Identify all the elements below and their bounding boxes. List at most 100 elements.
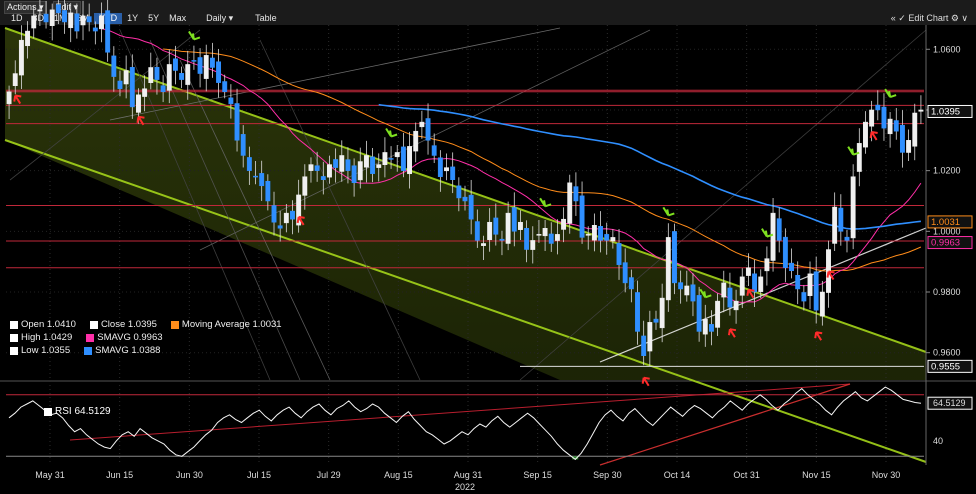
candle-down [474, 221, 480, 241]
candle-down [234, 103, 240, 141]
candle-down [838, 207, 844, 232]
candle-down [209, 57, 215, 68]
candle-down [622, 262, 628, 284]
candle-up [869, 109, 875, 127]
arrow-red [641, 376, 650, 387]
candle-down [598, 225, 603, 241]
chart-canvas: 64.512940 1.06001.04001.02001.00000.9800… [0, 0, 976, 492]
candle-up [918, 109, 924, 112]
candle-down [468, 194, 474, 220]
candle-up [136, 94, 141, 113]
candle-down [388, 158, 394, 160]
candle-down [524, 227, 530, 250]
candle-down [782, 236, 788, 268]
y-tick-label: 1.0600 [933, 44, 961, 54]
candle-down [197, 57, 203, 74]
candle-down [776, 218, 782, 241]
candle-down [92, 27, 98, 32]
candle-up [80, 15, 86, 26]
candle-down [333, 159, 339, 168]
candle-down [437, 157, 443, 177]
candle-down [290, 210, 295, 220]
candle-up [554, 234, 560, 241]
candle-up [376, 164, 382, 168]
candle-up [561, 218, 567, 230]
legend-close-label: Close 1.0395 [100, 319, 157, 330]
candle-down [696, 295, 702, 332]
candle-down [653, 318, 659, 323]
x-tick-label: May 31 [35, 470, 65, 480]
legend: Open 1.0410 Close 1.0395 Moving Average … [10, 318, 282, 357]
x-tick-label: Sep 15 [523, 470, 552, 480]
candle-down [789, 262, 794, 272]
candle-up [647, 322, 653, 352]
price-tag-label: 0.9555 [931, 361, 960, 372]
rsi-panel: 64.5129 40 [6, 386, 973, 461]
candle-up [394, 152, 400, 158]
candle-down [425, 118, 431, 141]
candle-down [499, 238, 505, 241]
candle-up [302, 176, 308, 196]
candle-down [216, 61, 222, 83]
candle-down [370, 156, 376, 174]
candle-up [715, 300, 721, 328]
candle-up [283, 212, 289, 224]
legend-low-label: Low 1.0355 [21, 345, 71, 356]
candle-up [585, 234, 591, 236]
candle-up [863, 121, 868, 148]
x-tick-label: Nov 30 [872, 470, 901, 480]
x-tick-label: Nov 15 [802, 470, 831, 480]
legend-moving-average: Moving Average 1.0031 [170, 318, 282, 331]
candle-up [807, 273, 813, 296]
candle-down [43, 13, 49, 23]
candle-down [253, 175, 258, 178]
candle-up [339, 155, 345, 172]
legend-open: Open 1.0410 [10, 318, 76, 331]
y-tick-label: 0.9600 [933, 348, 961, 358]
rsi-swatch [44, 407, 52, 416]
candle-up [308, 164, 314, 171]
candle-down [616, 243, 622, 265]
candle-down [641, 335, 647, 356]
candle-down [172, 58, 178, 71]
candle-down [246, 157, 252, 171]
candle-down [259, 173, 265, 187]
candle-down [628, 277, 634, 290]
x-tick-label: Jul 29 [317, 470, 341, 480]
candle-up [819, 291, 825, 317]
rsi-tick-label: 40 [933, 436, 943, 446]
candle-up [148, 67, 154, 83]
candle-up [505, 212, 511, 244]
candle-down [74, 13, 80, 32]
candle-up [123, 70, 129, 85]
candle-up [357, 161, 363, 181]
arrow-green [385, 127, 398, 138]
candle-up [31, 15, 37, 29]
candle-down [752, 273, 758, 293]
candle-down [881, 106, 887, 129]
x-tick-label: Oct 14 [664, 470, 691, 480]
candle-up [185, 64, 191, 85]
legend-sma-long: SMAVG 1.0388 [84, 344, 160, 357]
candle-up [721, 282, 727, 298]
candle-down [456, 185, 462, 199]
legend-sma-long-label: SMAVG 1.0388 [95, 345, 161, 356]
candle-down [191, 60, 197, 62]
candle-up [733, 300, 739, 311]
candle-up [758, 276, 764, 292]
candle-up [517, 221, 523, 230]
candle-up [407, 146, 413, 175]
candle-up [419, 121, 425, 128]
legend-close: Close 1.0395 [89, 318, 157, 331]
rsi-legend: RSI 64.5129 [44, 406, 111, 417]
legend-close-swatch [89, 320, 98, 329]
candle-up [850, 176, 856, 239]
candle-up [203, 55, 209, 79]
candle-down [813, 271, 819, 311]
candle-down [450, 166, 456, 180]
candle-down [179, 73, 185, 80]
price-tag-label: 1.0031 [931, 217, 960, 228]
lower-channel-line [4, 139, 927, 463]
candle-down [345, 159, 351, 171]
legend-sma-short-label: SMAVG 0.9963 [97, 332, 163, 343]
